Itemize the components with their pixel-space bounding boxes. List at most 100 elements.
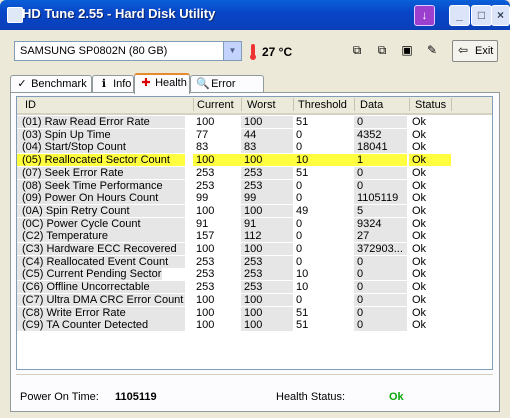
footer-divider — [16, 374, 493, 375]
table-row[interactable]: (C3) Hardware ECC Recovered 100 100 0 372903… — [17, 243, 492, 255]
cell-id: (C8) Write Error Rate — [17, 306, 185, 319]
window-title: HD Tune 2.55 - Hard Disk Utility — [22, 6, 216, 21]
cell-current: 100 — [193, 154, 241, 167]
table-row[interactable]: (0A) Spin Retry Count 100 100 49 5 Ok — [17, 204, 492, 217]
close-button[interactable]: × — [491, 5, 510, 26]
cell-status: Ok — [409, 243, 451, 255]
cell-data: 0 — [354, 293, 407, 306]
table-row[interactable]: (08) Seek Time Performance 253 253 0 0 Ok — [17, 179, 492, 192]
tab-benchmark[interactable]: ✓ Benchmark — [10, 75, 92, 93]
table-row[interactable]: (C9) TA Counter Detected 100 100 51 0 Ok — [17, 319, 492, 332]
cell-current: 100 — [193, 204, 241, 217]
table-row[interactable]: (C2) Temperature 157 112 0 27 Ok — [17, 230, 492, 243]
table-row[interactable]: (05) Reallocated Sector Count 100 100 10 1 Ok — [17, 154, 492, 167]
cell-data: 4352 — [354, 128, 407, 141]
table-row[interactable]: (C5) Current Pending Sector 253 253 10 0 Ok — [17, 268, 492, 281]
table-row[interactable]: (03) Spin Up Time 77 44 0 4352 Ok — [17, 128, 492, 141]
download-icon[interactable]: ↓ — [414, 5, 435, 26]
table-header: ID Current Worst Threshold Data Status — [17, 97, 492, 115]
cell-status: Ok — [409, 293, 451, 306]
column-header-threshold[interactable]: Threshold — [298, 99, 347, 111]
cell-data: 1105119 — [354, 192, 407, 205]
tab-health[interactable]: ✚ Health — [134, 73, 190, 94]
cell-current: 157 — [193, 230, 241, 243]
table-row[interactable]: (C6) Offline Uncorrectable 253 253 10 0 Ok — [17, 281, 492, 294]
cell-data: 5 — [354, 204, 407, 217]
cell-threshold: 10 — [293, 281, 354, 294]
cell-threshold: 0 — [293, 255, 354, 268]
table-row[interactable]: (01) Raw Read Error Rate 100 100 51 0 Ok — [17, 116, 492, 128]
table-row[interactable]: (04) Start/Stop Count 83 83 0 18041 Ok — [17, 141, 492, 154]
cell-threshold: 0 — [293, 293, 354, 306]
cell-current: 100 — [193, 116, 241, 128]
column-header-current[interactable]: Current — [197, 99, 234, 111]
cell-data: 372903... — [354, 243, 407, 255]
maximize-button[interactable]: □ — [471, 5, 492, 26]
tab-error-scan[interactable]: 🔍 Error Scan — [190, 75, 264, 106]
table-row[interactable]: (C8) Write Error Rate 100 100 51 0 Ok — [17, 306, 492, 319]
cell-threshold: 0 — [293, 128, 354, 141]
cell-worst: 253 — [241, 268, 293, 281]
cell-threshold: 0 — [293, 230, 354, 243]
cell-threshold: 0 — [293, 243, 354, 255]
column-divider — [241, 98, 242, 111]
cell-worst: 100 — [241, 116, 293, 128]
cell-status: Ok — [409, 128, 451, 141]
cell-id: (07) Seek Error Rate — [17, 166, 185, 179]
cell-current: 83 — [193, 141, 241, 154]
minimize-button[interactable]: _ — [449, 5, 470, 26]
cell-threshold: 49 — [293, 204, 354, 217]
info-icon: ℹ — [101, 78, 107, 90]
column-header-id[interactable]: ID — [25, 99, 36, 111]
options-icon[interactable]: ✎ — [424, 42, 440, 58]
column-header-status[interactable]: Status — [415, 99, 446, 111]
tab-strip: ✓ Benchmark ℹ Info ✚ Health 🔍 Error Scan — [10, 73, 500, 106]
cell-worst: 100 — [241, 306, 293, 319]
cell-threshold: 0 — [293, 192, 354, 205]
column-divider — [409, 98, 410, 111]
cell-status: Ok — [409, 154, 451, 167]
title-bar[interactable]: HD Tune 2.55 - Hard Disk Utility ↓ _ □ × — [0, 0, 510, 30]
drive-select[interactable]: SAMSUNG SP0802N (80 GB) ▼ — [14, 41, 242, 61]
cell-worst: 91 — [241, 217, 293, 230]
cell-current: 99 — [193, 192, 241, 205]
health-status-value: Ok — [389, 391, 404, 403]
cell-status: Ok — [409, 166, 451, 179]
column-divider — [354, 98, 355, 111]
column-divider — [193, 98, 194, 111]
cell-current: 253 — [193, 166, 241, 179]
column-header-worst[interactable]: Worst — [247, 99, 276, 111]
cell-data: 1 — [354, 154, 407, 167]
thermometer-icon — [250, 44, 256, 60]
table-row[interactable]: (09) Power On Hours Count 99 99 0 1105119 Ok — [17, 192, 492, 205]
power-on-time-label: Power On Time: — [20, 391, 99, 403]
cell-status: Ok — [409, 204, 451, 217]
cell-status: Ok — [409, 217, 451, 230]
tab-info[interactable]: ℹ Info — [92, 75, 134, 93]
app-icon[interactable] — [7, 7, 23, 23]
cell-id: (C9) TA Counter Detected — [17, 319, 185, 332]
cell-id: (03) Spin Up Time — [17, 128, 185, 141]
table-row[interactable]: (07) Seek Error Rate 253 253 51 0 Ok — [17, 166, 492, 179]
table-row[interactable]: (C7) Ultra DMA CRC Error Count 100 100 0 0 Ok — [17, 293, 492, 306]
cell-worst: 253 — [241, 255, 293, 268]
cell-id: (C5) Current Pending Sector — [17, 268, 185, 281]
cell-worst: 100 — [241, 243, 293, 255]
cell-threshold: 10 — [293, 268, 354, 281]
cell-status: Ok — [409, 319, 451, 332]
exit-button[interactable]: ⇦ Exit — [452, 40, 498, 62]
benchmark-icon: ✓ — [17, 78, 27, 90]
chevron-down-icon[interactable]: ▼ — [223, 42, 241, 60]
copy-all-icon[interactable]: ⧉ — [374, 42, 390, 58]
smart-attributes-table[interactable]: ID Current Worst Threshold Data Status (… — [16, 96, 493, 370]
cell-worst: 253 — [241, 281, 293, 294]
table-row[interactable]: (0C) Power Cycle Count 91 91 0 9324 Ok — [17, 217, 492, 230]
copy-icon[interactable]: ⧉ — [349, 42, 365, 58]
cell-status: Ok — [409, 281, 451, 294]
cell-id: (C2) Temperature — [17, 230, 185, 243]
cell-worst: 99 — [241, 192, 293, 205]
table-row[interactable]: (C4) Reallocated Event Count 253 253 0 0 Ok — [17, 255, 492, 268]
column-header-data[interactable]: Data — [360, 99, 383, 111]
cell-id: (C4) Reallocated Event Count — [17, 255, 185, 268]
save-icon[interactable]: ▣ — [399, 42, 415, 58]
